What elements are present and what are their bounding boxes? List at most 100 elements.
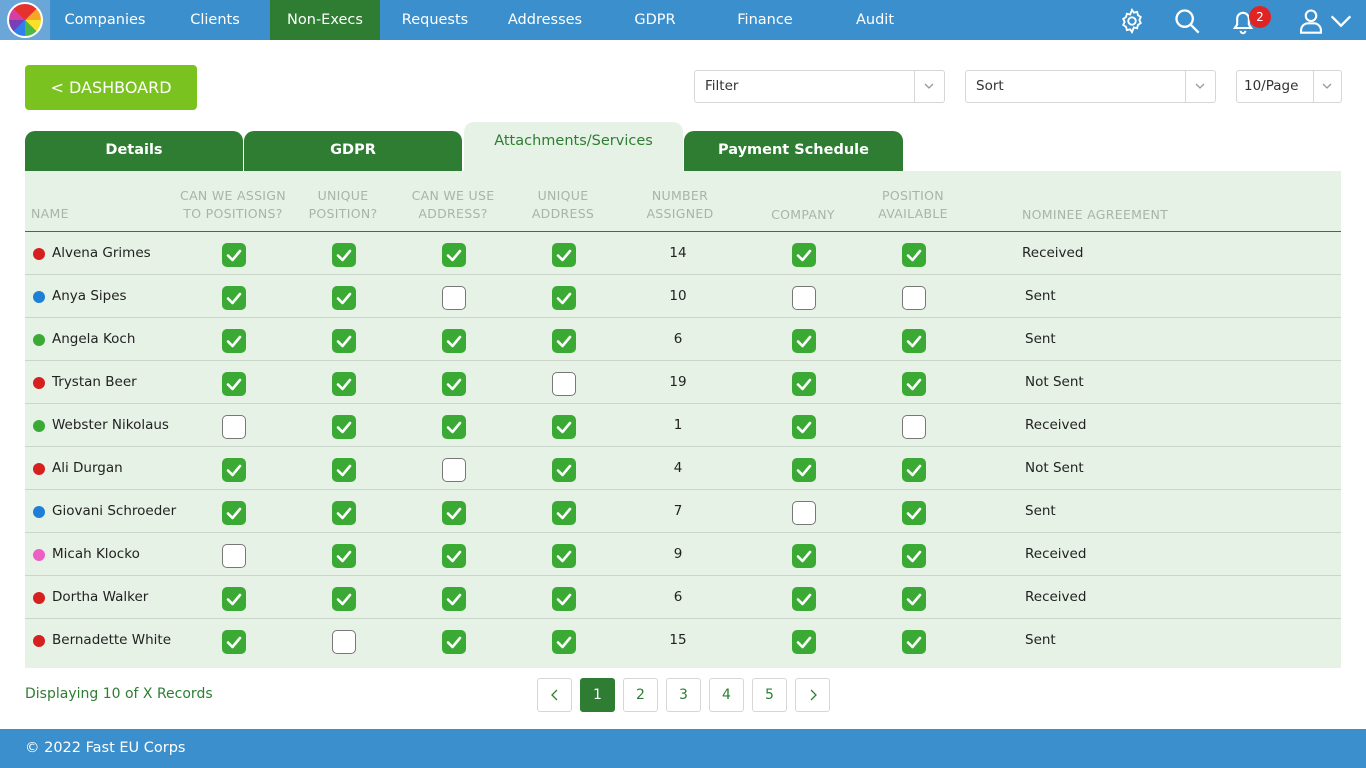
nav-item-addresses[interactable]: Addresses (490, 0, 600, 40)
unique-address-checkbox[interactable] (552, 243, 576, 267)
position-available-checkbox[interactable] (902, 286, 926, 310)
position-available-checkbox[interactable] (902, 329, 926, 353)
unique-position-checkbox[interactable] (332, 501, 356, 525)
status-dot-icon (33, 377, 45, 389)
page-size-dropdown[interactable]: 10/Page (1236, 70, 1342, 103)
unique-address-checkbox[interactable] (552, 372, 576, 396)
assign-checkbox[interactable] (222, 544, 246, 568)
table-row[interactable]: Dortha Walker 6 Received (25, 576, 1341, 619)
unique-address-checkbox[interactable] (552, 501, 576, 525)
table-row[interactable]: Bernadette White 15 Sent (25, 619, 1341, 662)
page-button-1[interactable]: 1 (580, 678, 615, 712)
company-checkbox[interactable] (792, 243, 816, 267)
table-row[interactable]: Giovani Schroeder 7 Sent (25, 490, 1341, 533)
page-button-5[interactable]: 5 (752, 678, 787, 712)
assign-checkbox[interactable] (222, 415, 246, 439)
use-address-checkbox[interactable] (442, 458, 466, 482)
sort-dropdown[interactable]: Sort (965, 70, 1216, 103)
unique-address-checkbox[interactable] (552, 630, 576, 654)
unique-position-checkbox[interactable] (332, 243, 356, 267)
unique-position-checkbox[interactable] (332, 286, 356, 310)
position-available-checkbox[interactable] (902, 587, 926, 611)
unique-address-checkbox[interactable] (552, 544, 576, 568)
nav-item-companies[interactable]: Companies (50, 0, 160, 40)
position-available-checkbox[interactable] (902, 630, 926, 654)
unique-address-checkbox[interactable] (552, 458, 576, 482)
table-row[interactable]: Anya Sipes 10 Sent (25, 275, 1341, 318)
unique-address-checkbox[interactable] (552, 587, 576, 611)
nav-item-finance[interactable]: Finance (710, 0, 820, 40)
company-checkbox[interactable] (792, 630, 816, 654)
position-available-checkbox[interactable] (902, 415, 926, 439)
use-address-checkbox[interactable] (442, 587, 466, 611)
position-available-checkbox[interactable] (902, 544, 926, 568)
use-address-checkbox[interactable] (442, 501, 466, 525)
use-address-checkbox[interactable] (442, 329, 466, 353)
assign-checkbox[interactable] (222, 630, 246, 654)
company-checkbox[interactable] (792, 286, 816, 310)
assign-checkbox[interactable] (222, 501, 246, 525)
settings-gear-icon[interactable] (1117, 6, 1147, 36)
chevron-down-icon[interactable] (1326, 6, 1356, 36)
company-checkbox[interactable] (792, 458, 816, 482)
user-icon[interactable] (1296, 6, 1326, 36)
use-address-checkbox[interactable] (442, 372, 466, 396)
unique-position-checkbox[interactable] (332, 372, 356, 396)
app-logo[interactable] (0, 0, 50, 40)
table-row[interactable]: Alvena Grimes 14 Received (25, 232, 1341, 275)
unique-position-checkbox[interactable] (332, 630, 356, 654)
unique-position-checkbox[interactable] (332, 544, 356, 568)
use-address-checkbox[interactable] (442, 544, 466, 568)
unique-position-checkbox[interactable] (332, 458, 356, 482)
nav-item-gdpr[interactable]: GDPR (600, 0, 710, 40)
prev-page-button[interactable] (537, 678, 572, 712)
table-row[interactable]: Webster Nikolaus 1 Received (25, 404, 1341, 447)
use-address-checkbox[interactable] (442, 415, 466, 439)
unique-address-checkbox[interactable] (552, 329, 576, 353)
page-button-4[interactable]: 4 (709, 678, 744, 712)
unique-position-checkbox[interactable] (332, 587, 356, 611)
tab-gdpr[interactable]: GDPR (244, 131, 462, 171)
company-checkbox[interactable] (792, 501, 816, 525)
nav-item-clients[interactable]: Clients (160, 0, 270, 40)
table-row[interactable]: Angela Koch 6 Sent (25, 318, 1341, 361)
dashboard-button[interactable]: < DASHBOARD (25, 65, 197, 110)
status-dot-icon (33, 506, 45, 518)
company-checkbox[interactable] (792, 415, 816, 439)
company-checkbox[interactable] (792, 329, 816, 353)
use-address-checkbox[interactable] (442, 243, 466, 267)
company-checkbox[interactable] (792, 544, 816, 568)
position-available-checkbox[interactable] (902, 372, 926, 396)
assign-checkbox[interactable] (222, 372, 246, 396)
tab-payment-schedule[interactable]: Payment Schedule (684, 131, 903, 171)
filter-dropdown[interactable]: Filter (694, 70, 945, 103)
use-address-checkbox[interactable] (442, 630, 466, 654)
company-checkbox[interactable] (792, 372, 816, 396)
assign-checkbox[interactable] (222, 458, 246, 482)
nav-item-audit[interactable]: Audit (820, 0, 930, 40)
table-row[interactable]: Trystan Beer 19 Not Sent (25, 361, 1341, 404)
company-checkbox[interactable] (792, 587, 816, 611)
page-button-3[interactable]: 3 (666, 678, 701, 712)
position-available-checkbox[interactable] (902, 458, 926, 482)
tab-details[interactable]: Details (25, 131, 243, 171)
page-button-2[interactable]: 2 (623, 678, 658, 712)
unique-position-checkbox[interactable] (332, 329, 356, 353)
unique-position-checkbox[interactable] (332, 415, 356, 439)
search-icon[interactable] (1172, 6, 1202, 36)
assign-checkbox[interactable] (222, 286, 246, 310)
assign-checkbox[interactable] (222, 329, 246, 353)
unique-address-checkbox[interactable] (552, 415, 576, 439)
position-available-checkbox[interactable] (902, 501, 926, 525)
assign-checkbox[interactable] (222, 243, 246, 267)
assign-checkbox[interactable] (222, 587, 246, 611)
position-available-checkbox[interactable] (902, 243, 926, 267)
table-row[interactable]: Micah Klocko 9 Received (25, 533, 1341, 576)
tab-attachments-services[interactable]: Attachments/Services (464, 122, 683, 171)
use-address-checkbox[interactable] (442, 286, 466, 310)
table-row[interactable]: Ali Durgan 4 Not Sent (25, 447, 1341, 490)
unique-address-checkbox[interactable] (552, 286, 576, 310)
nav-item-requests[interactable]: Requests (380, 0, 490, 40)
next-page-button[interactable] (795, 678, 830, 712)
nav-item-non-execs[interactable]: Non-Execs (270, 0, 380, 40)
